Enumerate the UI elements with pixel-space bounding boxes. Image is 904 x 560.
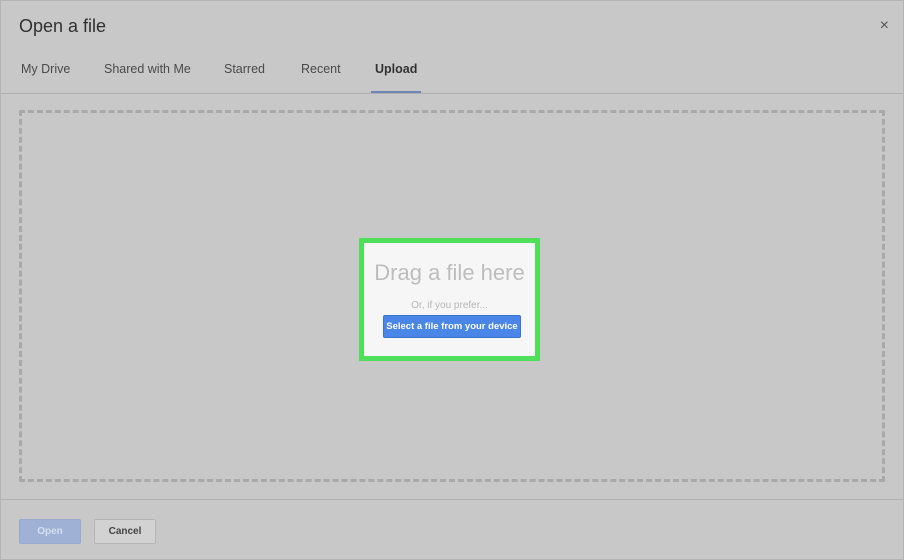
tab-recent[interactable]: Recent	[301, 51, 341, 93]
dialog-title: Open a file	[19, 16, 107, 36]
open-button[interactable]: Open	[19, 519, 81, 544]
tab-my-drive[interactable]: My Drive	[21, 51, 70, 93]
cancel-button[interactable]: Cancel	[94, 519, 156, 544]
close-icon[interactable]: ×	[880, 16, 889, 36]
tab-upload[interactable]: Upload	[370, 51, 422, 93]
tab-shared-with-me[interactable]: Shared with Me	[104, 51, 191, 93]
dialog-header: Open a file ×	[1, 1, 903, 51]
or-prefer-text: Or, if you prefer...	[411, 300, 488, 311]
dialog-footer: Open Cancel	[1, 499, 903, 560]
select-file-button[interactable]: Select a file from your device	[383, 315, 521, 338]
drag-file-text: Drag a file here	[374, 260, 525, 285]
open-file-dialog: Open a file × My Drive Shared with Me St…	[0, 0, 904, 560]
tab-starred[interactable]: Starred	[224, 51, 265, 93]
tab-bar: My Drive Shared with Me Starred Recent U…	[1, 51, 903, 94]
upload-prompt-highlight: Drag a file here Or, if you prefer... Se…	[359, 238, 540, 361]
